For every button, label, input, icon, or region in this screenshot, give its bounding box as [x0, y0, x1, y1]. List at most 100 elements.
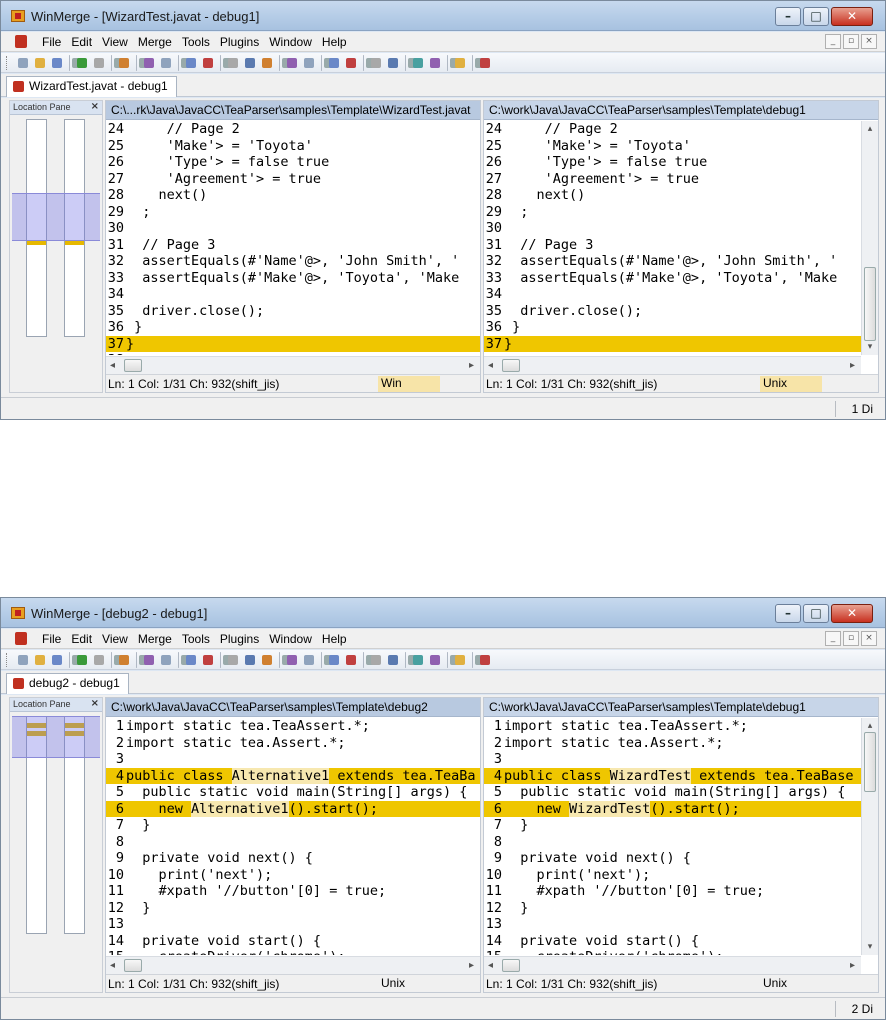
new-icon[interactable] [15, 652, 31, 668]
refresh-icon[interactable] [477, 652, 493, 668]
menu-plugins[interactable]: Plugins [215, 35, 264, 49]
all-left-icon[interactable] [326, 55, 342, 71]
first-diff-icon[interactable] [183, 652, 199, 668]
filter-icon[interactable] [116, 55, 132, 71]
menu-window[interactable]: Window [264, 35, 317, 49]
menu-help[interactable]: Help [317, 35, 352, 49]
code-line[interactable]: 13 [484, 916, 861, 933]
code-line[interactable]: 28 next() [106, 187, 480, 204]
code-line[interactable]: 26 'Type'> = false true [484, 154, 861, 171]
code-line[interactable]: 10 print('next'); [484, 867, 861, 884]
code-line[interactable]: 5 public static void main(String[] args)… [106, 784, 480, 801]
undo-icon[interactable] [74, 652, 90, 668]
right-code-view[interactable]: 24 // Page 2 25 'Make'> = 'Toyota' 26 'Typ… [484, 121, 861, 355]
next-diff-icon[interactable] [141, 55, 157, 71]
copy-right-icon[interactable] [242, 652, 258, 668]
code-line[interactable]: 8 [106, 834, 480, 851]
mdi-close-button[interactable]: × [861, 631, 877, 646]
scroll-thumb[interactable] [864, 267, 876, 341]
menu-window[interactable]: Window [264, 632, 317, 646]
code-line[interactable]: 10 print('next'); [106, 867, 480, 884]
options-icon[interactable] [368, 652, 384, 668]
scroll-up-icon[interactable]: ▴ [862, 124, 878, 134]
redo-icon[interactable] [91, 55, 107, 71]
redo-icon[interactable] [91, 652, 107, 668]
close-button[interactable]: ✕ [831, 7, 873, 26]
save-icon[interactable] [49, 652, 65, 668]
copy-left-icon[interactable] [225, 652, 241, 668]
merge-icon[interactable] [452, 55, 468, 71]
scroll-thumb[interactable] [502, 959, 520, 972]
open-icon[interactable] [32, 55, 48, 71]
code-line[interactable]: 25 'Make'> = 'Toyota' [484, 138, 861, 155]
code-line[interactable]: 29 ; [484, 204, 861, 221]
mdi-close-button[interactable]: × [861, 34, 877, 49]
code-line[interactable]: 15 createDriver('chrome'); [484, 949, 861, 955]
code-line[interactable]: 2 import static tea.Assert.*; [106, 735, 480, 752]
close-button[interactable]: ✕ [831, 604, 873, 623]
all-right-icon[interactable] [343, 652, 359, 668]
code-line[interactable]: 11 #xpath '//button'[0] = true; [484, 883, 861, 900]
document-icon[interactable] [15, 35, 27, 48]
scroll-right-icon[interactable]: ▸ [850, 960, 855, 971]
code-line[interactable]: 27 'Agreement'> = true [106, 171, 480, 188]
toolbar-grip[interactable] [6, 56, 9, 70]
code-line[interactable]: 33 assertEquals(#'Make'@>, 'Toyota', 'Ma… [106, 270, 480, 287]
current-diff-icon[interactable] [200, 652, 216, 668]
next-icon[interactable] [301, 55, 317, 71]
prev-icon[interactable] [284, 55, 300, 71]
scroll-right-icon[interactable]: ▸ [469, 360, 474, 371]
left-to-right-icon[interactable] [410, 652, 426, 668]
menu-file[interactable]: File [37, 35, 66, 49]
code-line[interactable]: 1 import static tea.TeaAssert.*; [106, 718, 480, 735]
prev-diff-icon[interactable] [158, 652, 174, 668]
right-horizontal-scrollbar[interactable]: ◂ ▸ [484, 356, 861, 374]
right-to-left-icon[interactable] [427, 652, 443, 668]
code-line[interactable]: 30 [106, 220, 480, 237]
minimize-button[interactable]: – [775, 604, 801, 623]
vertical-scrollbar[interactable]: ▴ ▾ [861, 718, 878, 955]
diff-line[interactable]: 6 new WizardTest().start(); [484, 800, 861, 817]
menu-file[interactable]: File [37, 632, 66, 646]
copy-all-icon[interactable] [259, 652, 275, 668]
diff-line[interactable]: 6 new Alternative1().start(); [106, 800, 480, 817]
menu-plugins[interactable]: Plugins [215, 632, 264, 646]
menu-merge[interactable]: Merge [133, 632, 177, 646]
menu-help[interactable]: Help [317, 632, 352, 646]
new-icon[interactable] [15, 55, 31, 71]
title-bar[interactable]: WinMerge - [WizardTest.javat - debug1] –… [1, 1, 885, 31]
scroll-left-icon[interactable]: ◂ [488, 360, 493, 371]
code-line[interactable]: 29 ; [106, 204, 480, 221]
menu-merge[interactable]: Merge [133, 35, 177, 49]
mdi-restore-button[interactable]: ▫ [843, 631, 859, 646]
left-code-view[interactable]: 1 import static tea.TeaAssert.*; 2 import s… [106, 718, 480, 955]
code-line[interactable]: 31 // Page 3 [484, 237, 861, 254]
code-line[interactable]: 24 // Page 2 [484, 121, 861, 138]
scroll-down-icon[interactable]: ▾ [862, 342, 878, 352]
scroll-thumb[interactable] [864, 732, 876, 792]
tab-document[interactable]: WizardTest.javat - debug1 [6, 76, 177, 97]
mdi-minimize-button[interactable]: _ [825, 34, 841, 49]
diff-line[interactable]: 37} [484, 335, 861, 352]
document-icon[interactable] [15, 632, 27, 645]
code-line[interactable]: 31 // Page 3 [106, 237, 480, 254]
code-line[interactable]: 13 [106, 916, 480, 933]
merge-icon[interactable] [452, 652, 468, 668]
menu-tools[interactable]: Tools [177, 35, 215, 49]
save-icon[interactable] [49, 55, 65, 71]
current-diff-icon[interactable] [200, 55, 216, 71]
scroll-right-icon[interactable]: ▸ [850, 360, 855, 371]
maximize-button[interactable]: □ [803, 7, 829, 26]
maximize-button[interactable]: □ [803, 604, 829, 623]
scroll-thumb[interactable] [124, 959, 142, 972]
copy-left-icon[interactable] [225, 55, 241, 71]
code-line[interactable]: 26 'Type'> = false true [106, 154, 480, 171]
code-line[interactable]: 33 assertEquals(#'Make'@>, 'Toyota', 'Ma… [484, 270, 861, 287]
scroll-down-icon[interactable]: ▾ [862, 942, 878, 952]
diff-line[interactable]: 4 public class Alternative1 extends tea.T… [106, 767, 480, 784]
code-line[interactable]: 32 assertEquals(#'Name'@>, 'John Smith',… [106, 253, 480, 270]
code-line[interactable]: 9 private void next() { [484, 850, 861, 867]
diff-line[interactable]: 37} [106, 335, 480, 352]
code-line[interactable]: 12 } [484, 900, 861, 917]
open-icon[interactable] [32, 652, 48, 668]
